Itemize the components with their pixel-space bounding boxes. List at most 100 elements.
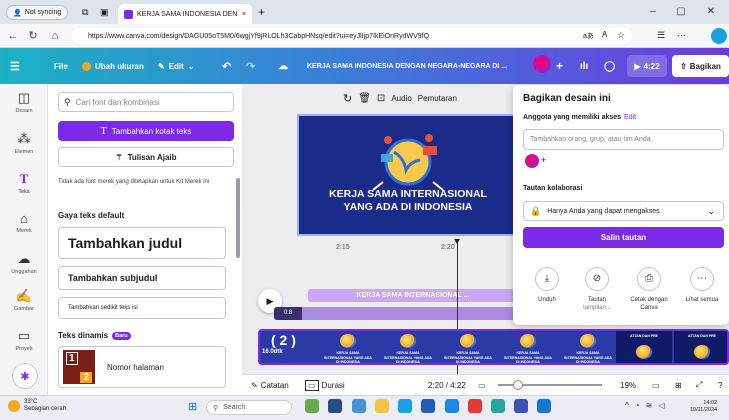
app-widgets-icon[interactable] bbox=[305, 399, 319, 413]
aspect-icon[interactable]: ▭ bbox=[478, 379, 486, 391]
edit-access-link[interactable]: Edit bbox=[624, 114, 636, 121]
read-aloud-icon[interactable]: aあ bbox=[583, 31, 594, 41]
collections-icon[interactable]: ☰ bbox=[657, 30, 665, 41]
access-select[interactable]: 🔒 Hanya Anda yang dapat mengakses ⌄ bbox=[523, 201, 724, 221]
scene-thumbnail[interactable]: KERJA SAMA INTERNASIONAL YANG ADA DI IND… bbox=[320, 331, 376, 363]
store-icon[interactable] bbox=[421, 399, 435, 413]
scene-thumbnail[interactable]: ATTAN DAN PRE bbox=[674, 331, 727, 363]
panel-scrollbar[interactable] bbox=[236, 178, 240, 258]
rail-item-design[interactable]: ◫ Desain bbox=[0, 90, 48, 114]
rail-item-elements[interactable]: ⁂ Elemen bbox=[0, 131, 48, 155]
scene-thumbnail[interactable]: KERJA SAMA INTERNASIONAL YANG ADA DI IND… bbox=[500, 331, 556, 363]
slide-canvas[interactable] bbox=[297, 114, 519, 236]
comments-icon[interactable]: ◯ bbox=[604, 48, 615, 84]
avatar[interactable] bbox=[525, 154, 539, 168]
see-all-action[interactable]: ⋯ Lihat semua bbox=[680, 267, 724, 304]
scene-thumbnail[interactable]: KERJA SAMA INTERNASIONAL YANG ADA DI IND… bbox=[440, 331, 496, 363]
chrome-icon[interactable] bbox=[514, 399, 528, 413]
redo-icon[interactable]: ↷ bbox=[246, 48, 255, 84]
edge-icon[interactable] bbox=[398, 399, 412, 413]
tab-actions-icon[interactable]: ▣ bbox=[100, 7, 109, 18]
present-button[interactable]: ▶ 4:22 bbox=[627, 55, 667, 77]
add-heading-button[interactable]: Tambahkan judul bbox=[58, 227, 226, 259]
taskbar-search[interactable]: ⚲ Search bbox=[206, 400, 292, 415]
menu-dots-icon[interactable]: ⋯ bbox=[677, 30, 686, 41]
translate-icon[interactable]: A bbox=[602, 30, 607, 39]
invite-input[interactable]: Tambahkan orang, grup, atau tim Anda bbox=[523, 129, 724, 150]
fullscreen-icon[interactable]: ⤢ bbox=[696, 379, 702, 391]
add-collaborator-icon[interactable]: + bbox=[556, 48, 563, 84]
app-taskview-icon[interactable] bbox=[328, 399, 342, 413]
insights-icon[interactable]: ılı bbox=[580, 48, 588, 84]
rail-item-text[interactable]: T Teks bbox=[0, 171, 48, 195]
system-tray[interactable]: ^ ◔ ≋ ◁ bbox=[625, 401, 664, 410]
audio-track[interactable]: KERJA SAMA INTERNASIONAL ... bbox=[308, 289, 518, 302]
weather-widget[interactable]: 33°C Sebagian cerah bbox=[8, 399, 66, 413]
rail-item-uploads[interactable]: ☁ Unggahan bbox=[0, 251, 48, 275]
app-icon[interactable] bbox=[352, 399, 366, 413]
duration-button[interactable]: ▭ Durasi bbox=[305, 379, 345, 391]
playback-button[interactable]: Pemutaran bbox=[418, 94, 457, 103]
avatar[interactable] bbox=[533, 55, 551, 73]
zoom-level[interactable]: 19% bbox=[620, 379, 636, 391]
copilot-icon[interactable] bbox=[711, 28, 727, 44]
document-title[interactable]: KERJA SAMA INDONESIA DENGAN NEGARA-NEGAR… bbox=[307, 48, 507, 84]
app-icon[interactable] bbox=[445, 399, 459, 413]
back-icon[interactable]: ← bbox=[6, 29, 20, 43]
font-search-input[interactable]: ⚲ Cari font dan kombinasi bbox=[58, 92, 234, 112]
copy-link-button[interactable]: Salin tautan bbox=[523, 227, 724, 248]
scene-thumbnail[interactable]: ATTAN DAN PRE bbox=[616, 331, 672, 363]
add-subheading-button[interactable]: Tambahkan subjudul bbox=[58, 266, 226, 290]
share-button[interactable]: ⇧ Bagikan bbox=[672, 55, 729, 77]
refresh-icon[interactable]: ↻ bbox=[343, 92, 352, 105]
view-link-action[interactable]: ⊘ Tautan tampilan... bbox=[575, 267, 619, 312]
url-field[interactable]: https://www.canva.com/design/DAGU05oT5M0… bbox=[72, 28, 632, 44]
split-icon[interactable]: ⊡ bbox=[377, 93, 385, 104]
cloud-save-icon[interactable]: ☁ bbox=[278, 48, 288, 84]
add-textbox-button[interactable]: T Tambahkan kotak teks bbox=[58, 121, 234, 141]
new-tab-icon[interactable]: + bbox=[258, 5, 265, 19]
resize-button[interactable]: Ubah ukuran bbox=[82, 48, 144, 84]
zoom-slider-handle[interactable] bbox=[512, 380, 523, 390]
magic-write-button[interactable]: ⚚ Tulisan Ajaib bbox=[58, 147, 234, 167]
close-window-icon[interactable]: ✕ bbox=[702, 5, 720, 19]
file-menu-button[interactable]: File bbox=[54, 48, 68, 84]
app-icon[interactable] bbox=[491, 399, 505, 413]
add-body-button[interactable]: Tambahkan sedikit teks isi bbox=[58, 297, 226, 319]
windows-start-icon[interactable]: ⊞ bbox=[188, 400, 197, 413]
taskbar-clock[interactable]: 14:02 10/11/2024 bbox=[690, 400, 717, 414]
scene-thumbnail[interactable]: KERJA SAMA INTERNASIONAL YANG ADA DI IND… bbox=[380, 331, 436, 363]
magic-assistant-icon[interactable]: ✱ bbox=[12, 363, 38, 389]
audio-track-2[interactable]: 0:8 bbox=[274, 307, 518, 320]
download-action[interactable]: ⤓ Unduh bbox=[525, 267, 569, 304]
minimize-icon[interactable]: – bbox=[644, 5, 662, 19]
file-explorer-icon[interactable] bbox=[375, 399, 389, 413]
edit-menu-button[interactable]: ✎ Edit ⌄ bbox=[158, 48, 195, 84]
rail-item-draw[interactable]: ✍ Gambar bbox=[0, 288, 48, 312]
notes-button[interactable]: ✎ Catatan bbox=[251, 379, 289, 391]
profile-button[interactable]: 👤 Not syncing bbox=[6, 5, 69, 20]
undo-icon[interactable]: ↶ bbox=[222, 48, 231, 84]
maximize-icon[interactable]: ▢ bbox=[672, 5, 690, 19]
add-person-icon[interactable]: + bbox=[541, 155, 546, 165]
rail-item-brand[interactable]: ⌂ Merek bbox=[0, 211, 48, 234]
app-icon[interactable] bbox=[537, 399, 551, 413]
close-tab-icon[interactable]: × bbox=[242, 11, 246, 18]
trash-icon[interactable]: 🗑 bbox=[358, 93, 371, 104]
grid-view-icon[interactable]: ⊞ bbox=[675, 379, 682, 391]
scene-thumbnail[interactable]: KERJA SAMA INTERNASIONAL YANG ADA DI IND… bbox=[560, 331, 616, 363]
app-icon[interactable] bbox=[468, 399, 482, 413]
scene-strip[interactable]: KERJA SAMA INTERNASIONAL YANG ADA DI IND… bbox=[258, 329, 729, 365]
main-menu-icon[interactable]: ☰ bbox=[10, 48, 20, 84]
favorite-icon[interactable]: ☆ bbox=[617, 30, 625, 41]
audio-button[interactable]: Audio bbox=[391, 94, 411, 103]
refresh-icon[interactable]: ↻ bbox=[26, 29, 40, 43]
home-icon[interactable]: ⌂ bbox=[48, 29, 62, 43]
help-icon[interactable]: ? bbox=[718, 379, 722, 391]
page-view-icon[interactable]: ▭ bbox=[652, 379, 660, 391]
page-number-item[interactable]: 1 2 Nomor halaman bbox=[58, 346, 226, 388]
print-action[interactable]: ⎙ Cetak dengan Canva bbox=[627, 267, 671, 312]
workspaces-icon[interactable]: ⧉ bbox=[82, 7, 88, 18]
rail-item-projects[interactable]: ▭ Proyek bbox=[0, 328, 48, 352]
tab-canva[interactable]: KERJA SAMA INDONESIA DENGA × bbox=[118, 4, 252, 24]
